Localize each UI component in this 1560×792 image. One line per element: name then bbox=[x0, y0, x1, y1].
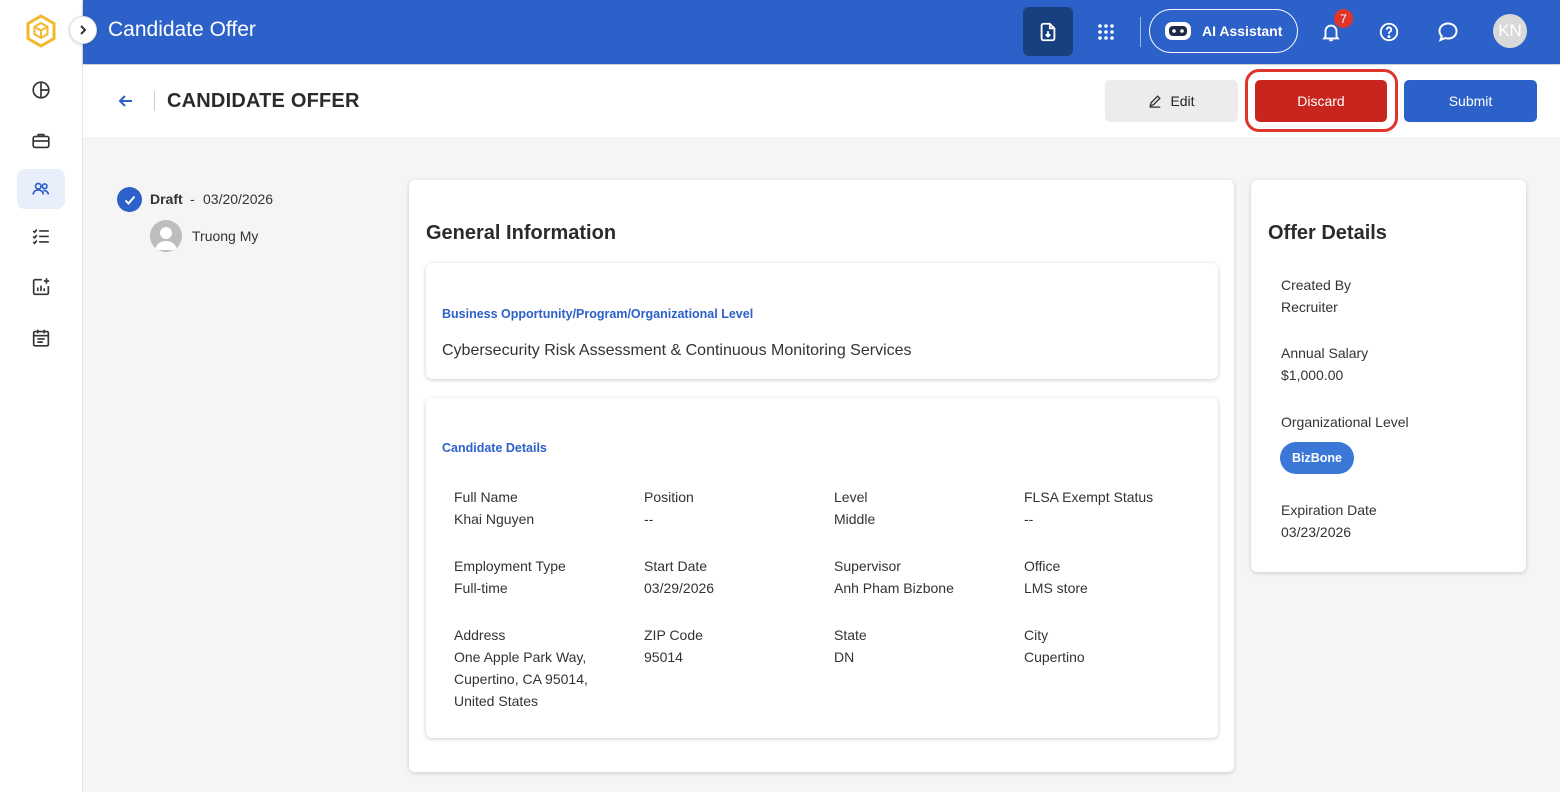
chevron-right-icon bbox=[80, 25, 87, 35]
business-opportunity-section: Business Opportunity/Program/Organizatio… bbox=[426, 263, 1218, 379]
notification-badge: 7 bbox=[1333, 8, 1354, 29]
help-button[interactable] bbox=[1373, 16, 1405, 48]
field-full-name: Full Name Khai Nguyen bbox=[454, 489, 535, 527]
status-check-icon bbox=[117, 187, 142, 212]
help-icon bbox=[1379, 22, 1399, 42]
field-flsa-exempt-status: FLSA Exempt Status -- bbox=[1024, 489, 1154, 527]
field-city: City Cupertino bbox=[1024, 627, 1085, 665]
offer-organizational-level: Organizational Level bbox=[1281, 414, 1409, 430]
calendar-icon bbox=[32, 329, 50, 347]
briefcase-icon bbox=[32, 133, 50, 149]
business-opportunity-value: Cybersecurity Risk Assessment & Continuo… bbox=[442, 342, 912, 359]
robot-icon bbox=[1165, 22, 1191, 40]
ai-assistant-button[interactable]: AI Assistant bbox=[1149, 9, 1298, 53]
page-title: CANDIDATE OFFER bbox=[167, 90, 360, 112]
timeline-status: Draft bbox=[150, 191, 183, 207]
offer-details-card: Offer Details Created By Recruiter Annua… bbox=[1251, 180, 1526, 572]
candidate-details-label: Candidate Details bbox=[442, 441, 547, 455]
nav-dashboard[interactable] bbox=[17, 70, 65, 110]
offer-annual-salary: Annual Salary $1,000.00 bbox=[1281, 345, 1369, 383]
timeline-user: Truong My bbox=[192, 228, 259, 244]
back-arrow-icon[interactable] bbox=[115, 90, 137, 112]
user-avatar[interactable]: KN bbox=[1493, 14, 1527, 48]
nav-jobs[interactable] bbox=[17, 121, 65, 161]
topbar-divider bbox=[1140, 17, 1141, 47]
discard-button[interactable]: Discard bbox=[1255, 80, 1387, 122]
field-address: Address One Apple Park Way, Cupertino, C… bbox=[454, 627, 588, 709]
sidebar bbox=[0, 0, 83, 792]
nav-candidates[interactable] bbox=[17, 169, 65, 209]
top-bar: Candidate Offer AI Assistant 7 KN bbox=[83, 0, 1560, 64]
page-header: CANDIDATE OFFER Edit Discard Submit bbox=[83, 65, 1560, 137]
nav-reports[interactable] bbox=[17, 267, 65, 307]
dashboard-icon bbox=[32, 81, 50, 99]
nav-calendar[interactable] bbox=[17, 318, 65, 358]
offer-created-by: Created By Recruiter bbox=[1281, 277, 1352, 315]
download-icon bbox=[1040, 22, 1056, 41]
apps-button[interactable] bbox=[1090, 16, 1122, 48]
business-opportunity-label: Business Opportunity/Program/Organizatio… bbox=[442, 307, 754, 321]
timeline-separator: - bbox=[190, 191, 195, 207]
header-divider bbox=[154, 91, 155, 111]
field-employment-type: Employment Type Full-time bbox=[454, 558, 566, 596]
users-icon bbox=[32, 182, 50, 195]
field-supervisor: Supervisor Anh Pham Bizbone bbox=[834, 558, 954, 596]
edit-label: Edit bbox=[1170, 93, 1195, 109]
organizational-level-chip: BizBone bbox=[1280, 442, 1354, 474]
chat-button[interactable] bbox=[1432, 16, 1464, 48]
field-state: State DN bbox=[834, 627, 867, 665]
apps-grid-icon bbox=[1098, 24, 1114, 40]
nav-tasks[interactable] bbox=[17, 216, 65, 256]
offer-details-title: Offer Details bbox=[1268, 222, 1387, 244]
checklist-icon bbox=[32, 229, 49, 245]
field-level: Level Middle bbox=[834, 489, 876, 527]
report-add-icon bbox=[32, 278, 50, 296]
sidebar-expand-button[interactable] bbox=[69, 16, 97, 44]
offer-expiration-date: Expiration Date 03/23/2026 bbox=[1281, 502, 1377, 540]
user-placeholder-icon bbox=[150, 220, 182, 252]
candidate-details-section: Candidate Details Full Name Khai Nguyen … bbox=[426, 398, 1218, 738]
field-position: Position -- bbox=[644, 489, 694, 527]
logo-icon[interactable] bbox=[24, 14, 58, 48]
submit-button[interactable]: Submit bbox=[1404, 80, 1537, 122]
pencil-icon bbox=[1149, 95, 1162, 108]
chat-icon bbox=[1438, 22, 1458, 42]
download-button[interactable] bbox=[1023, 7, 1073, 56]
field-start-date: Start Date 03/29/2026 bbox=[644, 558, 715, 596]
general-information-title: General Information bbox=[426, 222, 617, 244]
edit-button[interactable]: Edit bbox=[1105, 80, 1238, 122]
field-zip-code: ZIP Code 95014 bbox=[644, 627, 703, 665]
app-title: Candidate Offer bbox=[108, 18, 256, 41]
timeline-date: 03/20/2026 bbox=[203, 191, 274, 207]
general-information-card: General Information Business Opportunity… bbox=[409, 180, 1234, 772]
ai-assistant-label: AI Assistant bbox=[1202, 23, 1283, 39]
field-office: Office LMS store bbox=[1024, 558, 1088, 596]
